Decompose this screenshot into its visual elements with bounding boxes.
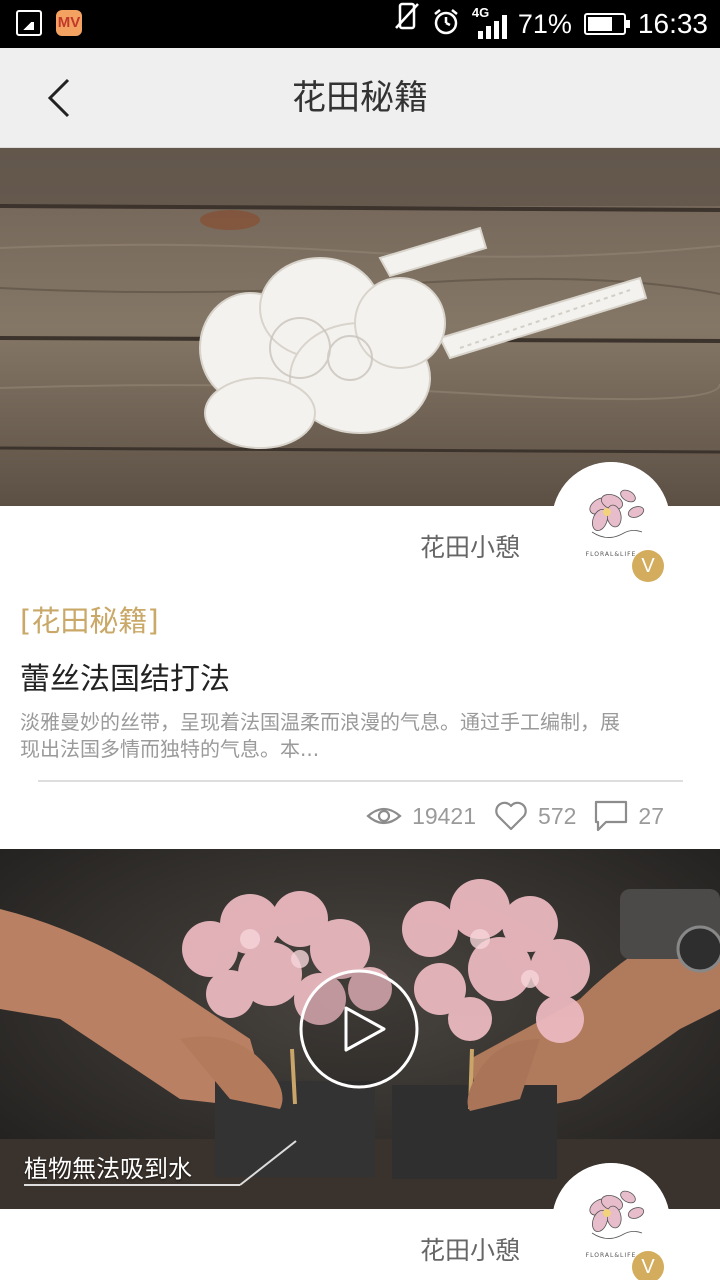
video-caption: 植物無法吸到水 <box>24 1155 192 1183</box>
title-bar: 花田秘籍 <box>0 48 720 148</box>
category-tag[interactable]: [花田秘籍] <box>20 598 159 640</box>
divider <box>38 780 683 782</box>
battery-percentage: 71% <box>517 8 572 39</box>
heart-icon <box>495 801 527 831</box>
page-title: 花田秘籍 <box>292 78 428 118</box>
comment-button[interactable]: 27 <box>594 800 664 832</box>
comment-icon <box>595 800 628 832</box>
views-count: 19421 <box>412 802 477 829</box>
gallery-icon <box>16 10 42 36</box>
vibrate-icon <box>394 0 420 48</box>
comments-count: 27 <box>638 802 664 829</box>
status-bar: MV 4G 71% 16:33 <box>0 0 720 48</box>
author-name[interactable]: 花田小憩 <box>420 1231 520 1267</box>
battery-icon <box>583 13 630 35</box>
article-stats: 19421 572 27 <box>366 796 664 836</box>
verified-badge: V <box>632 550 664 582</box>
battery-level-fill <box>587 17 613 31</box>
lace-ribbon-photo <box>0 148 720 506</box>
article-card[interactable]: 花田小憩 FLORAL&LIFE V [花田秘籍] 蕾丝法国结打法 淡雅曼妙的丝… <box>0 148 720 848</box>
clock: 16:33 <box>637 8 708 39</box>
verified-badge: V <box>632 1251 664 1280</box>
author-name[interactable]: 花田小憩 <box>420 528 520 564</box>
play-button[interactable] <box>298 968 420 1090</box>
signal-icon: 4G <box>472 5 507 39</box>
likes-count: 572 <box>538 802 577 829</box>
article-title[interactable]: 蕾丝法国结打法 <box>20 654 230 698</box>
article-excerpt: 淡雅曼妙的丝带，呈现着法国温柔而浪漫的气息。通过手工编制，展现出法国多情而独特的… <box>20 710 620 761</box>
eye-icon <box>366 807 402 825</box>
video-cover[interactable]: 植物無法吸到水 <box>0 849 720 1209</box>
like-button[interactable]: 572 <box>494 801 576 831</box>
cover-image[interactable] <box>0 148 720 506</box>
play-icon <box>299 969 419 1089</box>
alarm-icon <box>432 8 460 41</box>
svg-text:FLORAL&LIFE: FLORAL&LIFE <box>586 1252 637 1259</box>
video-card[interactable]: 植物無法吸到水 花田小憩 FLORAL&LIFE V <box>0 849 720 1280</box>
svg-text:FLORAL&LIFE: FLORAL&LIFE <box>586 551 637 558</box>
views-stat: 19421 <box>366 803 476 830</box>
app-icon: MV <box>56 10 82 36</box>
